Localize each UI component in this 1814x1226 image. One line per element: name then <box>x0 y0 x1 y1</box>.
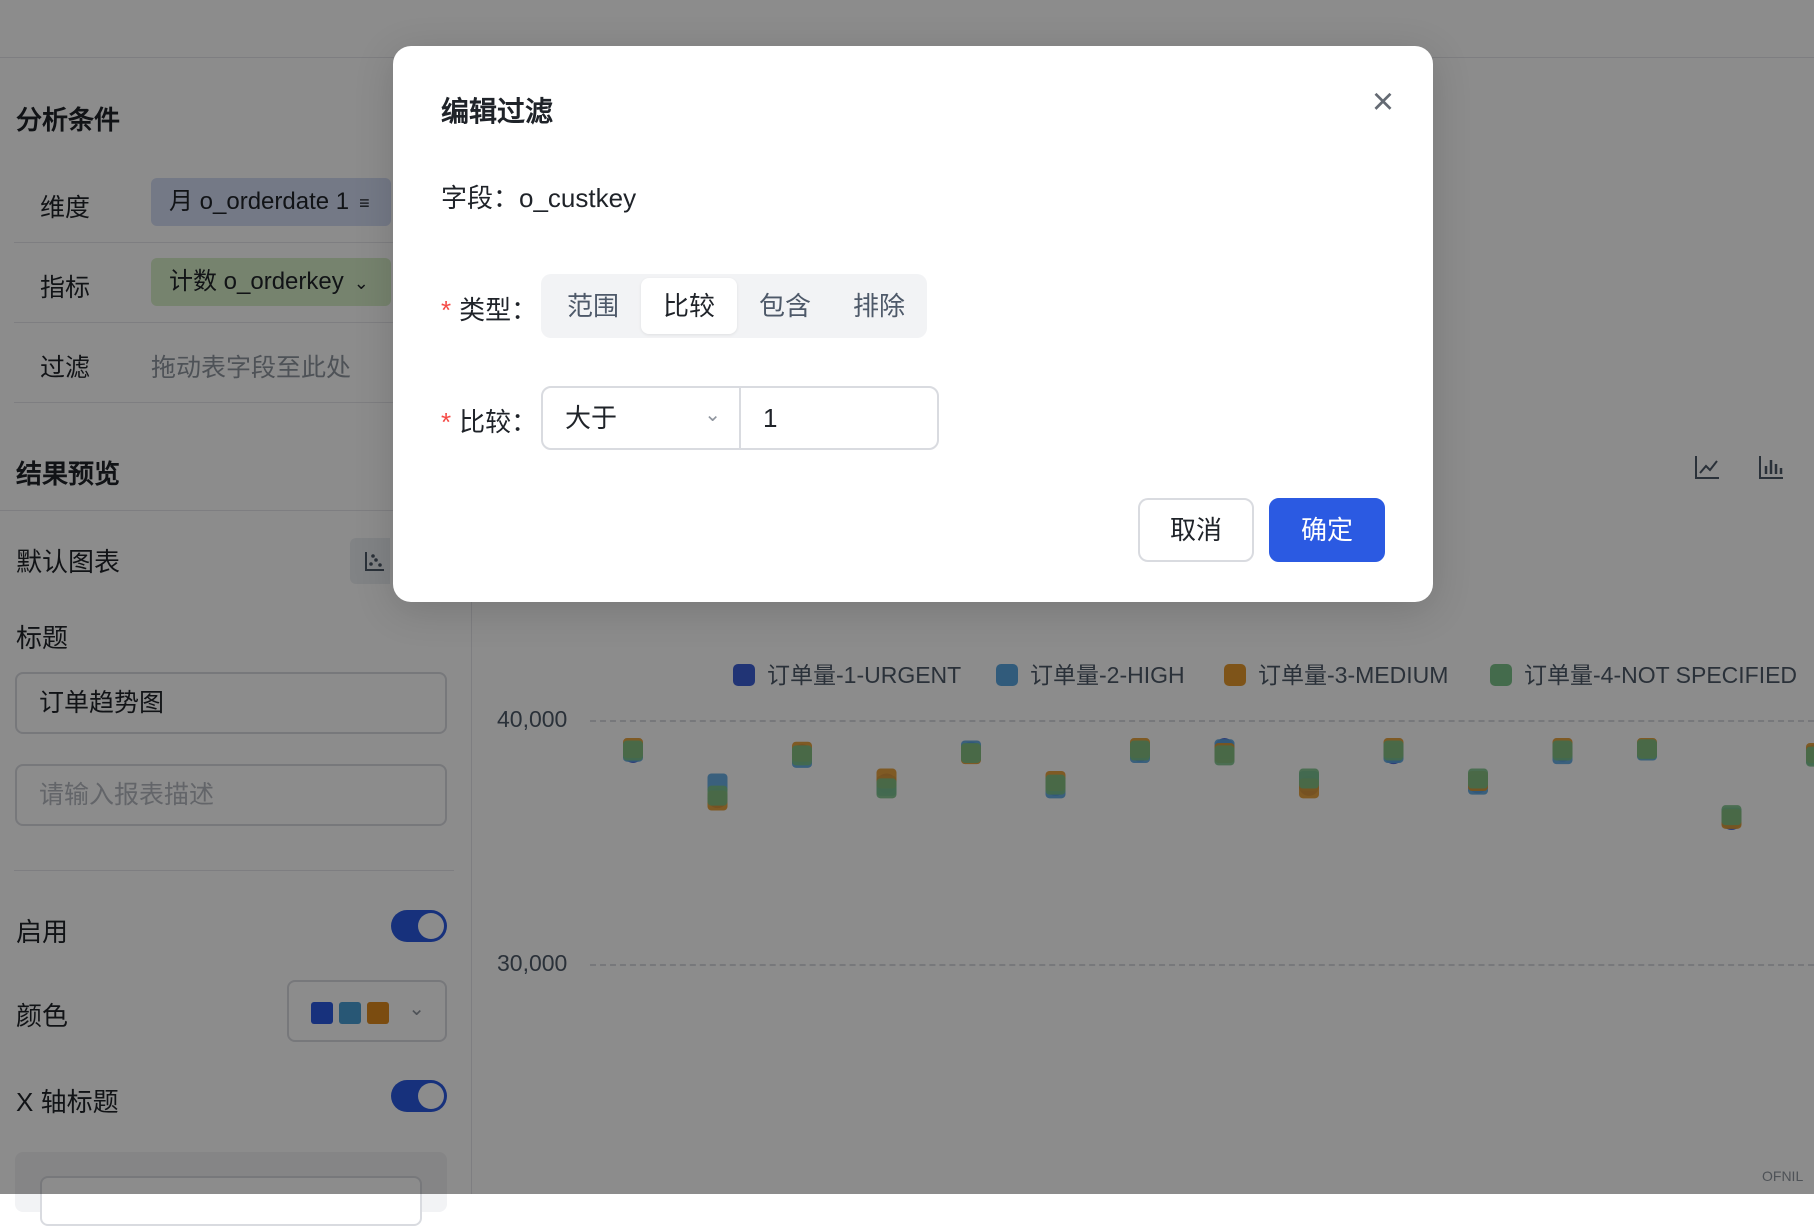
field-name: 字段：o_custkey <box>441 183 637 213</box>
close-icon[interactable]: × <box>1363 82 1403 122</box>
type-option-include[interactable]: 包含 <box>737 278 833 334</box>
required-mark: * <box>441 295 452 325</box>
compare-operator-value: 大于 <box>565 403 618 433</box>
compare-label-text: 比较： <box>459 407 538 437</box>
compare-label: * 比较： <box>441 402 537 439</box>
confirm-button[interactable]: 确定 <box>1269 498 1385 562</box>
type-option-range[interactable]: 范围 <box>545 278 641 334</box>
type-label-text: 类型： <box>459 295 538 325</box>
app: 分析条件 维度 月 o_orderdate 1 ≡ 指标 计数 o_orderke… <box>0 0 1814 1226</box>
type-option-compare[interactable]: 比较 <box>641 278 737 334</box>
type-segmented-control: 范围 比较 包含 排除 <box>541 274 927 338</box>
type-label: * 类型： <box>441 290 537 327</box>
compare-value-input[interactable]: 1 <box>739 386 939 450</box>
edit-filter-dialog: 编辑过滤 × 字段：o_custkey * 类型： 范围 比较 包含 排除 * 比较… <box>393 46 1433 602</box>
compare-operator-select[interactable]: 大于 ⌄ <box>541 386 741 450</box>
chevron-down-icon: ⌄ <box>704 404 721 426</box>
cancel-button[interactable]: 取消 <box>1138 498 1254 562</box>
required-mark: * <box>441 407 452 437</box>
dialog-title: 编辑过滤 <box>441 96 554 127</box>
type-option-exclude[interactable]: 排除 <box>831 278 927 334</box>
